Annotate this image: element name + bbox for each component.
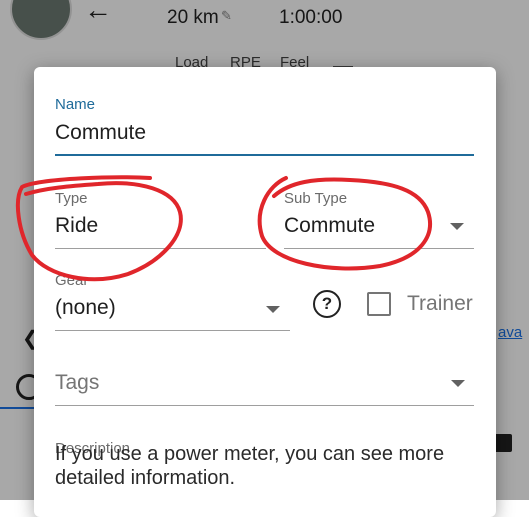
subtype-select[interactable]: Commute	[284, 214, 375, 238]
type-field[interactable]: Type Ride	[55, 190, 266, 252]
tags-field[interactable]: Tags	[55, 369, 474, 407]
gear-label: Gear	[55, 272, 89, 289]
description-textarea[interactable]: If you use a power meter, you can see mo…	[55, 442, 475, 490]
tags-select[interactable]: Tags	[55, 371, 99, 395]
subtype-underline	[284, 248, 474, 249]
tags-underline	[55, 405, 474, 406]
gear-select[interactable]: (none)	[55, 296, 116, 320]
gear-field[interactable]: Gear (none)	[55, 272, 290, 332]
dropdown-caret-icon[interactable]	[451, 380, 465, 387]
trainer-checkbox-icon[interactable]	[367, 292, 391, 316]
name-label: Name	[55, 96, 96, 113]
help-icon[interactable]: ?	[313, 290, 341, 318]
name-underline	[55, 154, 474, 156]
subtype-field[interactable]: Sub Type Commute	[284, 190, 474, 252]
gear-underline	[55, 330, 290, 331]
edit-activity-dialog: Name Commute Type Ride Sub Type Commute …	[34, 67, 496, 517]
trainer-label[interactable]: Trainer	[407, 292, 473, 316]
type-underline	[55, 248, 266, 249]
type-select[interactable]: Ride	[55, 214, 98, 238]
subtype-label: Sub Type	[284, 190, 348, 207]
type-label: Type	[55, 190, 88, 207]
dropdown-caret-icon[interactable]	[450, 223, 464, 230]
name-field[interactable]: Name Commute	[55, 96, 474, 158]
name-input[interactable]: Commute	[55, 121, 146, 145]
dropdown-caret-icon[interactable]	[266, 306, 280, 313]
